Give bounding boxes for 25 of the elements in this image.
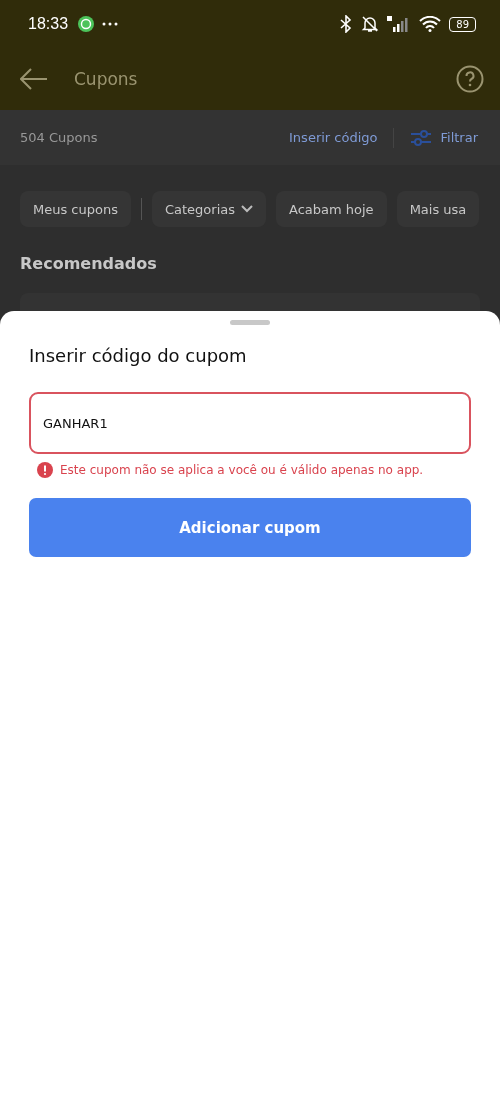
section-title: Recomendados: [20, 254, 158, 273]
filter-button[interactable]: Filtrar: [410, 128, 478, 147]
chat-app-icon: [78, 16, 95, 32]
filter-chip[interactable]: Categorias: [151, 191, 266, 227]
status-time: 18:33: [28, 15, 69, 33]
insert-code-link[interactable]: Inserir código: [289, 130, 378, 145]
back-arrow-icon[interactable]: [20, 68, 48, 90]
sheet-title: Inserir código do cupom: [29, 345, 248, 366]
filter-chip[interactable]: Acabam hoje: [276, 191, 387, 227]
filter-chip[interactable]: Mais usa: [396, 191, 480, 227]
coupon-count: 504 Cupons: [20, 130, 98, 145]
drag-handle[interactable]: [230, 320, 270, 325]
wifi-icon: [419, 16, 442, 32]
help-icon[interactable]: [456, 65, 484, 93]
error-icon: [37, 462, 53, 478]
add-coupon-button[interactable]: Adicionar cupom: [29, 498, 471, 557]
coupon-code-field[interactable]: GANHAR1: [29, 392, 471, 454]
battery-indicator: 89: [449, 16, 476, 32]
error-message: Este cupom não se aplica a você ou é válido apenas no app.: [60, 463, 424, 477]
sliders-icon: [410, 128, 433, 147]
more-icon: [102, 22, 119, 26]
page-title: Cupons: [74, 69, 138, 89]
muted-bell-icon: [361, 15, 380, 33]
bluetooth-icon: [339, 15, 354, 33]
filter-chip[interactable]: Meus cupons: [20, 191, 131, 227]
